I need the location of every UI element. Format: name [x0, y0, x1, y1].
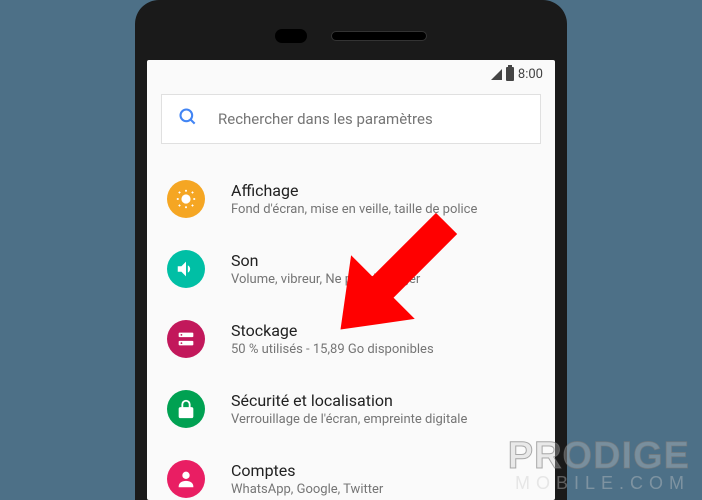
screen: 8:00 Rechercher dans les paramètres Affi…: [147, 60, 555, 500]
item-subtitle: Volume, vibreur, Ne pas déranger: [231, 272, 535, 287]
item-subtitle: WhatsApp, Google, Twitter: [231, 482, 535, 497]
sensor-dot: [275, 29, 307, 43]
item-title: Stockage: [231, 321, 535, 340]
item-text: Affichage Fond d'écran, mise en veille, …: [231, 181, 535, 217]
settings-item-storage[interactable]: Stockage 50 % utilisés - 15,89 Go dispon…: [147, 304, 555, 374]
phone-frame: 8:00 Rechercher dans les paramètres Affi…: [135, 0, 567, 500]
item-text: Comptes WhatsApp, Google, Twitter: [231, 461, 535, 497]
brightness-icon: [167, 180, 205, 218]
signal-icon: [491, 69, 502, 80]
item-title: Comptes: [231, 461, 535, 480]
account-icon: [167, 460, 205, 498]
item-title: Sécurité et localisation: [231, 391, 535, 410]
settings-list: Affichage Fond d'écran, mise en veille, …: [147, 156, 555, 500]
item-subtitle: Fond d'écran, mise en veille, taille de …: [231, 202, 535, 217]
storage-icon: [167, 320, 205, 358]
status-bar: 8:00: [147, 60, 555, 88]
settings-item-accounts[interactable]: Comptes WhatsApp, Google, Twitter: [147, 444, 555, 500]
speaker-grille: [331, 31, 427, 41]
settings-item-sound[interactable]: Son Volume, vibreur, Ne pas déranger: [147, 234, 555, 304]
settings-item-display[interactable]: Affichage Fond d'écran, mise en veille, …: [147, 164, 555, 234]
lock-icon: [167, 390, 205, 428]
search-box[interactable]: Rechercher dans les paramètres: [161, 94, 541, 144]
search-icon: [178, 107, 198, 131]
settings-item-security[interactable]: Sécurité et localisation Verrouillage de…: [147, 374, 555, 444]
item-text: Stockage 50 % utilisés - 15,89 Go dispon…: [231, 321, 535, 357]
item-title: Son: [231, 251, 535, 270]
item-text: Sécurité et localisation Verrouillage de…: [231, 391, 535, 427]
item-text: Son Volume, vibreur, Ne pas déranger: [231, 251, 535, 287]
item-title: Affichage: [231, 181, 535, 200]
item-subtitle: 50 % utilisés - 15,89 Go disponibles: [231, 342, 535, 357]
item-subtitle: Verrouillage de l'écran, empreinte digit…: [231, 412, 535, 427]
battery-icon: [506, 67, 514, 81]
status-time: 8:00: [518, 67, 543, 82]
search-placeholder: Rechercher dans les paramètres: [218, 110, 433, 128]
volume-icon: [167, 250, 205, 288]
phone-notch: [147, 12, 555, 60]
